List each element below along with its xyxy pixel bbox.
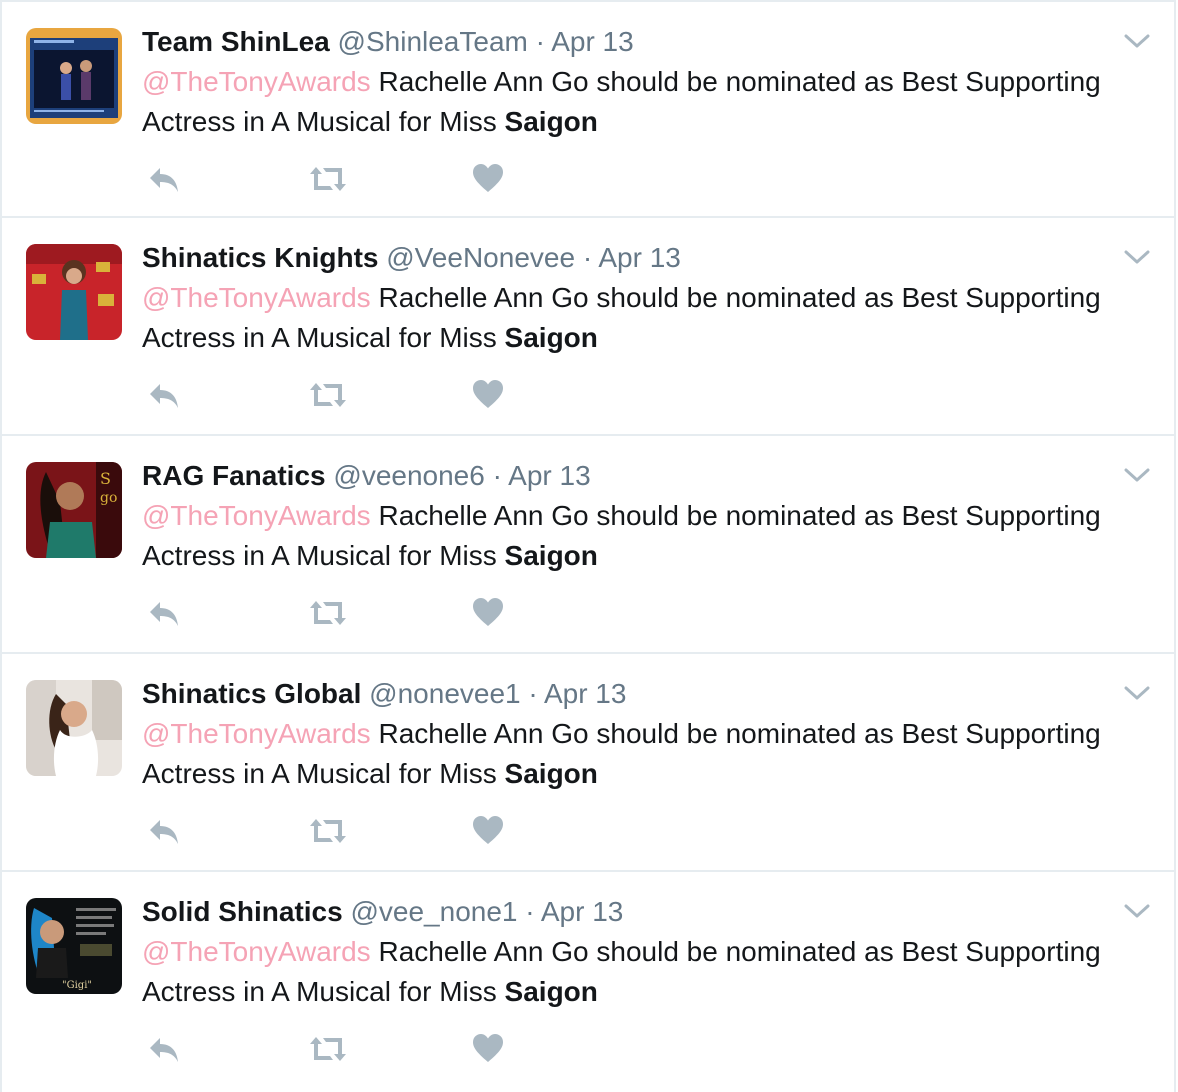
tweet-actions — [142, 162, 542, 196]
chevron-down-icon[interactable] — [1122, 30, 1152, 52]
reply-icon[interactable] — [146, 596, 182, 630]
reply-icon[interactable] — [146, 162, 182, 196]
username[interactable]: @nonevee1 — [369, 678, 520, 709]
display-name[interactable]: Shinatics Knights — [142, 242, 378, 273]
chevron-down-icon[interactable] — [1122, 900, 1152, 922]
tweet-text: @TheTonyAwards Rachelle Ann Go should be… — [142, 278, 1142, 358]
tweet-header: Solid Shinatics @vee_none1 · Apr 13 — [142, 894, 623, 930]
retweet-icon[interactable] — [306, 1032, 350, 1066]
timestamp[interactable]: Apr 13 — [551, 26, 634, 57]
tweet-actions — [142, 814, 542, 848]
timestamp[interactable]: Apr 13 — [541, 896, 624, 927]
tweet-header: Team ShinLea @ShinleaTeam · Apr 13 — [142, 24, 634, 60]
reply-icon[interactable] — [146, 378, 182, 412]
timestamp[interactable]: Apr 13 — [508, 460, 591, 491]
mention-link[interactable]: @TheTonyAwards — [142, 282, 371, 313]
tweet-text: @TheTonyAwards Rachelle Ann Go should be… — [142, 496, 1142, 576]
timestamp[interactable]: Apr 13 — [598, 242, 681, 273]
tweet[interactable]: Shinatics Global @nonevee1 · Apr 13 @The… — [2, 654, 1174, 872]
mention-link[interactable]: @TheTonyAwards — [142, 500, 371, 531]
chevron-down-icon[interactable] — [1122, 464, 1152, 486]
display-name[interactable]: Shinatics Global — [142, 678, 361, 709]
mention-link[interactable]: @TheTonyAwards — [142, 66, 371, 97]
tweet-text: @TheTonyAwards Rachelle Ann Go should be… — [142, 62, 1142, 142]
heart-icon[interactable] — [472, 162, 504, 196]
display-name[interactable]: Solid Shinatics — [142, 896, 343, 927]
reply-icon[interactable] — [146, 814, 182, 848]
avatar[interactable] — [26, 244, 122, 340]
username[interactable]: @vee_none1 — [350, 896, 517, 927]
avatar[interactable] — [26, 680, 122, 776]
retweet-icon[interactable] — [306, 162, 350, 196]
username[interactable]: @VeeNonevee — [386, 242, 575, 273]
reply-icon[interactable] — [146, 1032, 182, 1066]
tweet-bold-text: Saigon — [504, 976, 598, 1007]
heart-icon[interactable] — [472, 814, 504, 848]
chevron-down-icon[interactable] — [1122, 246, 1152, 268]
avatar[interactable]: "Gigi" — [26, 898, 122, 994]
display-name[interactable]: RAG Fanatics — [142, 460, 326, 491]
tweet-actions — [142, 1032, 542, 1066]
separator: · — [535, 26, 545, 57]
heart-icon[interactable] — [472, 1032, 504, 1066]
tweet-bold-text: Saigon — [504, 540, 598, 571]
tweet-header: RAG Fanatics @veenone6 · Apr 13 — [142, 458, 591, 494]
tweet-header: Shinatics Global @nonevee1 · Apr 13 — [142, 676, 626, 712]
chevron-down-icon[interactable] — [1122, 682, 1152, 704]
username[interactable]: @veenone6 — [333, 460, 484, 491]
display-name[interactable]: Team ShinLea — [142, 26, 330, 57]
separator: · — [525, 896, 535, 927]
username[interactable]: @ShinleaTeam — [338, 26, 528, 57]
tweet-text: @TheTonyAwards Rachelle Ann Go should be… — [142, 714, 1142, 794]
mention-link[interactable]: @TheTonyAwards — [142, 718, 371, 749]
heart-icon[interactable] — [472, 378, 504, 412]
separator: · — [528, 678, 538, 709]
mention-link[interactable]: @TheTonyAwards — [142, 936, 371, 967]
svg-text:S: S — [100, 469, 111, 488]
tweet[interactable]: "Gigi" Solid Shinatics @vee_none1 · Apr … — [2, 872, 1174, 1090]
heart-icon[interactable] — [472, 596, 504, 630]
svg-text:go: go — [100, 490, 117, 506]
timestamp[interactable]: Apr 13 — [544, 678, 627, 709]
retweet-icon[interactable] — [306, 814, 350, 848]
tweet-header: Shinatics Knights @VeeNonevee · Apr 13 — [142, 240, 681, 276]
svg-text:"Gigi": "Gigi" — [62, 980, 92, 991]
retweet-icon[interactable] — [306, 596, 350, 630]
tweet[interactable]: S go RAG Fanatics @veenone6 · Apr 13 @Th… — [2, 436, 1174, 654]
tweet-actions — [142, 378, 542, 412]
tweet-bold-text: Saigon — [504, 758, 598, 789]
tweet[interactable]: Shinatics Knights @VeeNonevee · Apr 13 @… — [2, 218, 1174, 436]
tweet-bold-text: Saigon — [504, 106, 598, 137]
avatar[interactable] — [26, 28, 122, 124]
avatar[interactable]: S go — [26, 462, 122, 558]
separator: · — [582, 242, 593, 273]
retweet-icon[interactable] — [306, 378, 350, 412]
tweet-actions — [142, 596, 542, 630]
tweet-timeline: Team ShinLea @ShinleaTeam · Apr 13 @TheT… — [0, 0, 1176, 1092]
separator: · — [492, 460, 502, 491]
tweet-bold-text: Saigon — [504, 322, 598, 353]
tweet-text: @TheTonyAwards Rachelle Ann Go should be… — [142, 932, 1142, 1012]
tweet[interactable]: Team ShinLea @ShinleaTeam · Apr 13 @TheT… — [2, 0, 1174, 218]
